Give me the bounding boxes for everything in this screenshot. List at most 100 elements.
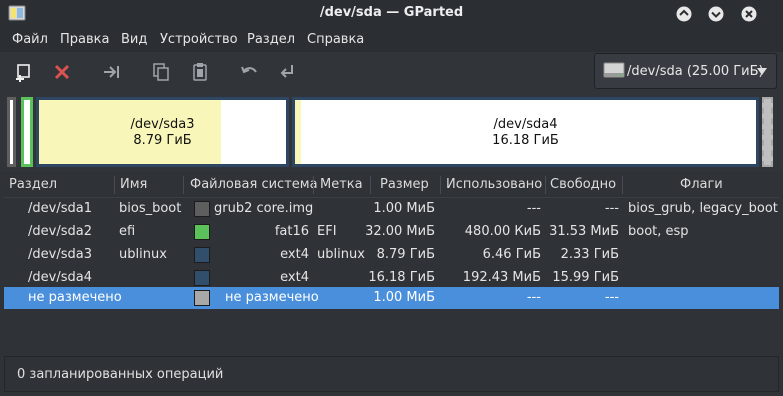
menu-partition[interactable]: Раздел <box>247 32 295 47</box>
col-partition[interactable]: Раздел <box>9 177 57 192</box>
cell-name: ublinux <box>119 247 167 262</box>
table-row[interactable]: /dev/sda1 bios_boot grub2 core.img 1.00 … <box>4 198 779 221</box>
status-bar: 0 запланированных операций <box>4 356 779 392</box>
cell-free: 15.99 ГиБ <box>552 270 619 285</box>
copy-icon <box>153 63 169 81</box>
col-flags[interactable]: Флаги <box>680 177 723 192</box>
column-separator <box>313 176 314 194</box>
column-separator <box>370 176 371 194</box>
col-name[interactable]: Имя <box>120 177 147 192</box>
cell-size: 1.00 МиБ <box>373 201 435 216</box>
maximize-icon <box>708 6 724 22</box>
maximize-button[interactable] <box>708 6 724 22</box>
menu-help[interactable]: Справка <box>307 32 364 47</box>
cell-filesystem: fat16 <box>274 224 309 239</box>
close-button[interactable] <box>741 6 757 22</box>
column-separator <box>622 176 623 194</box>
apply-button[interactable] <box>278 62 298 82</box>
device-label: /dev/sda (25.00 ГиБ) <box>627 64 764 79</box>
cell-flags: bios_grub, legacy_boot <box>628 201 778 216</box>
cell-label: EFI <box>317 224 337 239</box>
cell-size: 8.79 ГиБ <box>376 247 435 262</box>
fs-color-swatch <box>194 224 210 240</box>
cell-partition: не размечено <box>28 290 122 305</box>
new-partition-button[interactable] <box>14 62 34 82</box>
cell-partition: /dev/sda3 <box>28 247 92 262</box>
device-selector[interactable]: /dev/sda (25.00 ГиБ) <box>594 53 777 89</box>
cell-size: 32.00 МиБ <box>365 224 435 239</box>
cell-name: bios_boot <box>119 201 182 216</box>
copy-button[interactable] <box>151 62 171 82</box>
minimize-button[interactable] <box>676 6 692 22</box>
cell-size: 16.18 ГиБ <box>368 270 435 285</box>
fs-color-swatch <box>194 247 210 263</box>
cell-free: 2.33 ГиБ <box>560 247 619 262</box>
cell-name: efi <box>119 224 136 239</box>
cell-used: 6.46 ГиБ <box>482 247 541 262</box>
segment-size: 16.18 ГиБ <box>492 133 559 148</box>
disk-segment-sda3[interactable]: /dev/sda3 8.79 ГиБ <box>36 97 289 167</box>
col-size[interactable]: Размер <box>380 177 429 192</box>
segment-name: /dev/sda3 <box>130 117 195 132</box>
menu-bar: Файл Правка Вид Устройство Раздел Справк… <box>0 28 783 52</box>
chevron-down-icon <box>757 68 767 75</box>
cell-partition: /dev/sda4 <box>28 270 92 285</box>
paste-icon <box>193 63 207 81</box>
col-used[interactable]: Использовано <box>446 177 542 192</box>
table-row[interactable]: /dev/sda3 ublinux ext4 ublinux 8.79 ГиБ … <box>4 244 779 267</box>
segment-size: 8.79 ГиБ <box>133 133 192 148</box>
cell-used: 480.00 КиБ <box>464 224 541 239</box>
cell-flags: boot, esp <box>628 224 689 239</box>
undo-icon <box>241 66 257 74</box>
column-separator <box>440 176 441 194</box>
menu-edit[interactable]: Правка <box>60 32 109 47</box>
cell-free: 31.53 МиБ <box>549 224 619 239</box>
cell-used: --- <box>526 290 541 305</box>
disk-map: /dev/sda3 8.79 ГиБ /dev/sda4 16.18 ГиБ <box>0 92 783 172</box>
disk-segment-sda2[interactable] <box>21 97 33 167</box>
cell-filesystem: не размечено <box>225 290 319 305</box>
resize-move-button[interactable] <box>102 62 122 82</box>
table-row-selected[interactable]: не размечено не размечено 1.00 МиБ --- -… <box>4 287 779 309</box>
fs-color-swatch <box>194 270 210 286</box>
close-icon <box>741 6 757 22</box>
col-label[interactable]: Метка <box>320 177 363 192</box>
column-separator <box>114 176 115 194</box>
apply-icon <box>280 65 293 78</box>
menu-view[interactable]: Вид <box>121 32 147 47</box>
menu-device[interactable]: Устройство <box>160 32 238 47</box>
paste-button[interactable] <box>190 62 210 82</box>
status-text: 0 запланированных операций <box>17 367 224 382</box>
col-free[interactable]: Свободно <box>550 177 616 192</box>
cell-filesystem: grub2 core.img <box>214 201 314 216</box>
window-title: /dev/sda — GParted <box>319 5 464 20</box>
undo-button[interactable] <box>240 62 260 82</box>
cell-size: 1.00 МиБ <box>373 290 435 305</box>
table-row[interactable]: /dev/sda2 efi fat16 EFI 32.00 МиБ 480.00… <box>4 221 779 244</box>
disk-segment-unallocated[interactable] <box>762 97 773 167</box>
delete-icon <box>54 64 70 80</box>
cell-label: ublinux <box>317 247 365 262</box>
partition-table: Раздел Имя Файловая система Метка Размер… <box>4 172 779 354</box>
cell-used: --- <box>526 201 541 216</box>
fs-color-swatch <box>194 290 210 306</box>
disk-segment-sda4[interactable]: /dev/sda4 16.18 ГиБ <box>292 97 759 167</box>
delete-button[interactable] <box>52 62 72 82</box>
cell-filesystem: ext4 <box>280 247 309 262</box>
title-bar: /dev/sda — GParted <box>0 0 783 28</box>
disk-segment-sda1[interactable] <box>7 97 16 167</box>
cell-used: 192.43 МиБ <box>462 270 541 285</box>
harddisk-icon <box>603 61 625 81</box>
column-separator <box>183 176 184 194</box>
cell-partition: /dev/sda2 <box>28 224 92 239</box>
column-separator <box>545 176 546 194</box>
cell-free: --- <box>604 290 619 305</box>
minimize-icon <box>676 6 692 22</box>
cell-free: --- <box>604 201 619 216</box>
cell-partition: /dev/sda1 <box>28 201 92 216</box>
resize-move-icon <box>104 66 119 78</box>
table-header: Раздел Имя Файловая система Метка Размер… <box>4 172 779 198</box>
col-filesystem[interactable]: Файловая система <box>190 177 318 192</box>
menu-file[interactable]: Файл <box>12 32 48 47</box>
fs-color-swatch <box>194 201 210 217</box>
